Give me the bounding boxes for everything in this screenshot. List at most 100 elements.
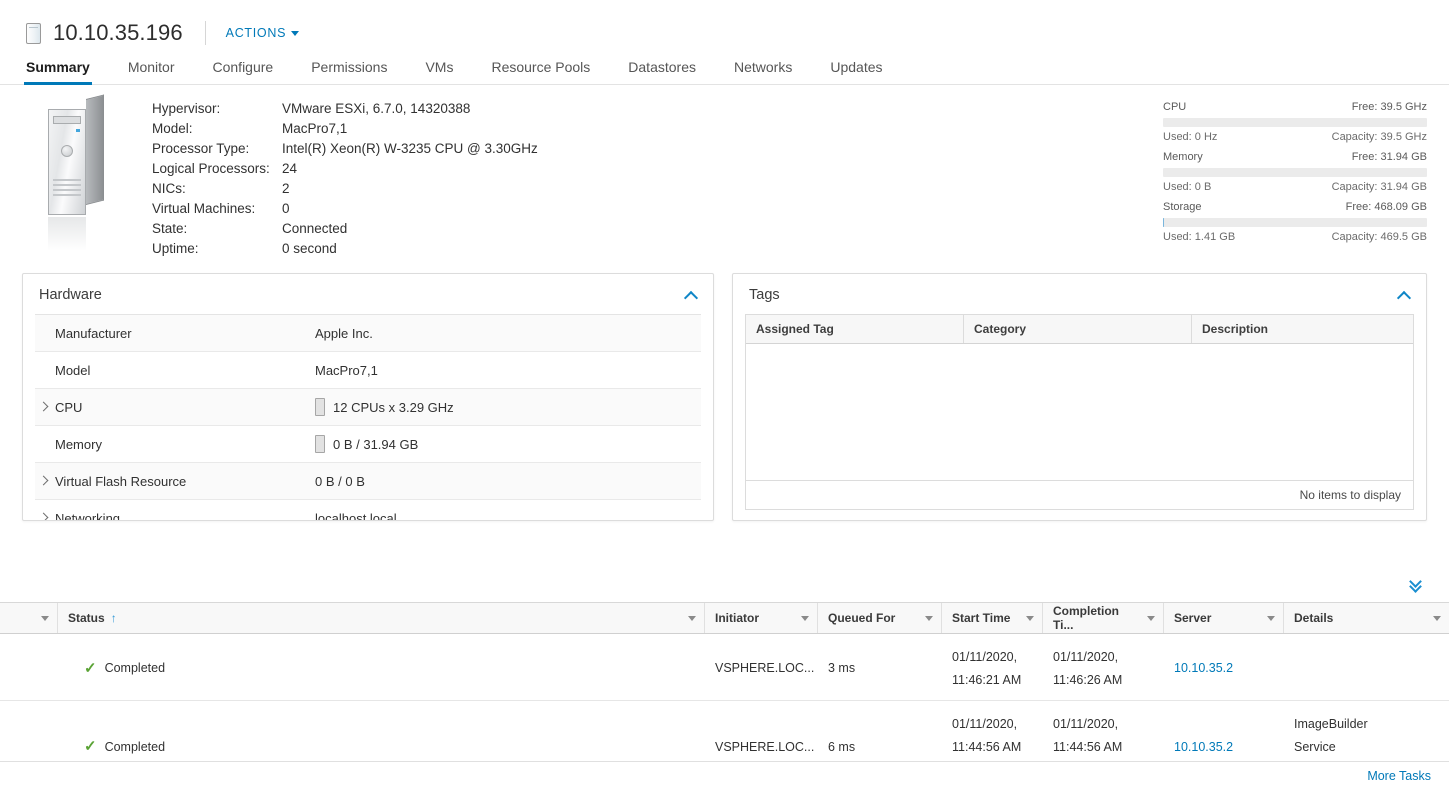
check-icon: ✓: [84, 659, 97, 677]
tab-monitor[interactable]: Monitor: [128, 59, 175, 84]
property-row: Virtual Machines: 0: [152, 199, 538, 219]
tab-updates[interactable]: Updates: [830, 59, 882, 84]
tasks-col-status[interactable]: Status ↑: [58, 603, 705, 633]
tab-configure[interactable]: Configure: [213, 59, 274, 84]
chevron-down-icon[interactable]: [1267, 615, 1275, 621]
task-status-cell: ✓ Completed: [58, 634, 705, 700]
expand-twisty-icon[interactable]: [39, 513, 49, 520]
tab-bar: Summary Monitor Configure Permissions VM…: [0, 52, 1449, 85]
tasks-col-server[interactable]: Server: [1164, 603, 1284, 633]
gauge-capacity: Capacity: 31.94 GB: [1331, 181, 1427, 193]
hardware-value: MacPro7,1: [315, 362, 378, 378]
gauge-cpu: CPU Free: 39.5 GHz Used: 0 Hz Capacity: …: [1163, 99, 1427, 145]
chevron-down-icon[interactable]: [41, 615, 49, 621]
expand-twisty-icon: [39, 439, 49, 449]
tasks-col-start-time-label: Start Time: [952, 611, 1011, 625]
tasks-col-start-time[interactable]: Start Time: [942, 603, 1043, 633]
header-divider: [204, 21, 206, 45]
table-row[interactable]: ✓ Completed VSPHERE.LOC... 3 ms 01/11/20…: [0, 634, 1449, 701]
property-value: 0 second: [282, 241, 337, 256]
property-label: Virtual Machines:: [152, 201, 256, 216]
recent-tasks-panel: Status ↑ Initiator Queued For Start Time…: [0, 602, 1449, 790]
gauge-memory: Memory Free: 31.94 GB Used: 0 B Capacity…: [1163, 149, 1427, 195]
chevron-down-icon[interactable]: [1147, 615, 1155, 621]
server-link[interactable]: 10.10.35.2: [1174, 740, 1233, 754]
tags-col-description[interactable]: Description: [1192, 315, 1413, 343]
hardware-value: localhost.local: [315, 510, 397, 521]
tasks-col-queued-for-label: Queued For: [828, 611, 896, 625]
task-status-label: Completed: [104, 661, 166, 675]
tab-datastores[interactable]: Datastores: [628, 59, 696, 84]
chevron-up-icon[interactable]: [1398, 289, 1410, 301]
tasks-col-initiator-label: Initiator: [715, 611, 759, 625]
tab-networks[interactable]: Networks: [734, 59, 792, 84]
task-details-line1: ImageBuilder: [1294, 717, 1368, 731]
tasks-col-select[interactable]: [0, 603, 58, 633]
tags-table-header: Assigned Tag Category Description: [746, 315, 1413, 344]
tags-col-assigned-tag[interactable]: Assigned Tag: [746, 315, 964, 343]
more-tasks-link[interactable]: More Tasks: [1367, 769, 1431, 783]
tasks-col-details-label: Details: [1294, 611, 1334, 625]
tasks-footer: More Tasks: [0, 761, 1449, 790]
server-link[interactable]: 10.10.35.2: [1174, 661, 1233, 675]
gauge-used: Used: 0 Hz: [1163, 131, 1218, 143]
task-completion-clock: 11:46:26 AM: [1053, 673, 1123, 687]
page-title: 10.10.35.196: [53, 20, 183, 45]
chevron-down-icon[interactable]: [688, 615, 696, 621]
chevron-down-icon[interactable]: [1026, 615, 1034, 621]
tags-table: Assigned Tag Category Description No ite…: [745, 314, 1414, 510]
chevron-down-icon[interactable]: [1433, 615, 1441, 621]
property-label: Processor Type:: [152, 141, 250, 156]
tags-title: Tags: [749, 287, 780, 303]
property-value: Intel(R) Xeon(R) W-3235 CPU @ 3.30GHz: [282, 141, 538, 156]
task-initiator-cell: VSPHERE.LOC...: [715, 661, 815, 675]
hardware-row-cpu: CPU 12 CPUs x 3.29 GHz: [35, 389, 701, 426]
tags-portlet: Tags Assigned Tag Category Description N…: [732, 273, 1427, 521]
tags-table-body: [746, 344, 1413, 480]
property-label: Uptime:: [152, 241, 199, 256]
tab-summary[interactable]: Summary: [24, 59, 92, 85]
tasks-col-initiator[interactable]: Initiator: [705, 603, 818, 633]
chevron-up-icon[interactable]: [685, 289, 697, 301]
tasks-col-queued-for[interactable]: Queued For: [818, 603, 942, 633]
actions-label: ACTIONS: [225, 26, 287, 40]
tab-resource-pools[interactable]: Resource Pools: [491, 59, 590, 84]
gauge-bar-memory: [1163, 168, 1427, 177]
tasks-table-header: Status ↑ Initiator Queued For Start Time…: [0, 603, 1449, 634]
tab-vms[interactable]: VMs: [425, 59, 453, 84]
task-queued-for-cell: 3 ms: [828, 661, 856, 675]
hardware-row: Manufacturer Apple Inc.: [35, 315, 701, 352]
tags-col-category[interactable]: Category: [964, 315, 1192, 343]
tasks-col-details[interactable]: Details: [1284, 603, 1449, 633]
expand-twisty-icon: [39, 365, 49, 375]
hardware-table: Manufacturer Apple Inc. Model MacPro7,1 …: [35, 314, 701, 521]
portlet-row: Hardware Manufacturer Apple Inc. Model M…: [0, 273, 1449, 521]
expand-twisty-icon[interactable]: [39, 402, 49, 412]
chevron-down-icon[interactable]: [925, 615, 933, 621]
property-value: Connected: [282, 221, 348, 236]
task-select-cell[interactable]: [0, 634, 58, 700]
task-completion-date: 01/11/2020,: [1053, 717, 1119, 731]
hardware-value: Apple Inc.: [315, 325, 373, 341]
gauge-free: Free: 468.09 GB: [1345, 201, 1427, 213]
tasks-col-completion-time[interactable]: Completion Ti...: [1043, 603, 1164, 633]
gauge-used: Used: 1.41 GB: [1163, 231, 1236, 243]
hardware-portlet: Hardware Manufacturer Apple Inc. Model M…: [22, 273, 714, 521]
task-server-cell: 10.10.35.2: [1164, 634, 1284, 700]
chevron-down-icon[interactable]: [801, 615, 809, 621]
object-header: 10.10.35.196 ACTIONS: [0, 0, 1449, 52]
property-row: NICs: 2: [152, 179, 538, 199]
task-completion-time-cell: 01/11/2020, 11:46:26 AM: [1043, 634, 1164, 700]
expand-tasks-panel-button[interactable]: [1403, 575, 1431, 599]
gauge-bar-cpu: [1163, 118, 1427, 127]
property-label: Logical Processors:: [152, 161, 270, 176]
property-value: 24: [282, 161, 298, 176]
expand-twisty-icon: [39, 328, 49, 338]
gauge-free: Free: 39.5 GHz: [1351, 101, 1427, 113]
task-completion-date: 01/11/2020,: [1053, 650, 1119, 664]
hardware-row-memory: Memory 0 B / 31.94 GB: [35, 426, 701, 463]
hardware-title: Hardware: [39, 287, 102, 303]
actions-button[interactable]: ACTIONS: [225, 26, 300, 40]
tab-permissions[interactable]: Permissions: [311, 59, 387, 84]
expand-twisty-icon[interactable]: [39, 476, 49, 486]
